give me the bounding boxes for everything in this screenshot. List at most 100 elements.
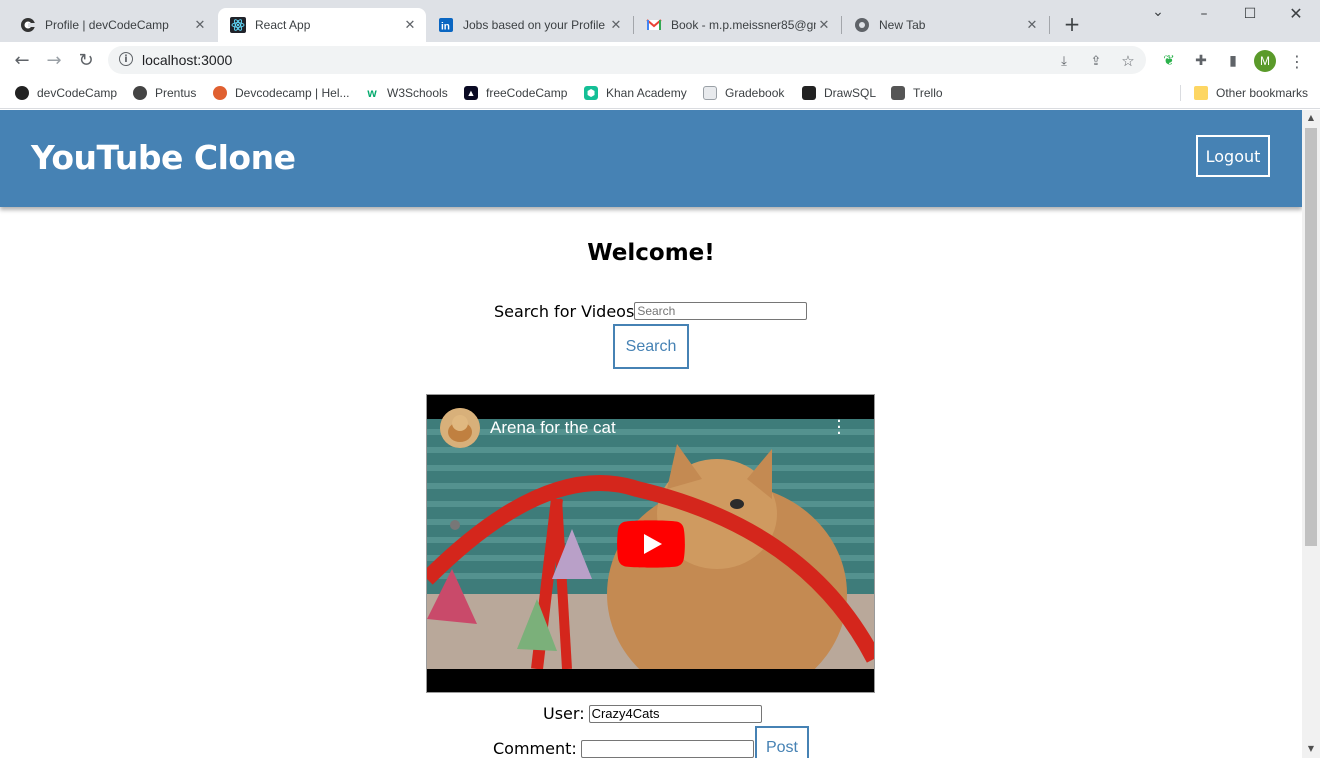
menu-kebab-icon[interactable]: ⋮ [1288,52,1306,71]
install-icon[interactable]: ⤓ [1056,53,1072,69]
tab-divider [633,16,634,34]
linkedin-icon: in [438,17,454,33]
w3schools-icon: w [367,86,377,100]
scroll-up-arrow-icon[interactable]: ▲ [1306,113,1316,122]
page-scrollbar[interactable]: ▲ ▼ [1302,110,1320,758]
app-title: YouTube Clone [31,138,296,177]
app-header: YouTube Clone Logout [0,110,1302,207]
drawsql-icon [802,86,816,100]
close-tab-icon[interactable]: ✕ [192,17,208,33]
browser-toolbar: ← → ↻ i localhost:3000 ⤓ ⇪ ☆ ❦ ✚ ▮ M ⋮ [0,42,1320,78]
gradebook-icon [703,86,717,100]
bookmark-item[interactable]: Prentus [133,84,196,102]
comment-input[interactable] [580,739,754,758]
search-input[interactable]: Search [634,302,808,320]
comment-label: Comment: [493,739,577,758]
tab-title: Jobs based on your Profile [463,18,606,32]
logout-button[interactable]: Logout [1196,135,1270,177]
chrome-icon [854,17,870,33]
svg-text:in: in [441,22,450,33]
bookmark-label: Devcodecamp | Hel... [235,86,350,100]
bookmark-label: Other bookmarks [1216,86,1309,100]
video-title[interactable]: Arena for the cat [490,418,616,438]
browser-tab[interactable]: New Tab ✕ [844,8,1048,42]
browser-tab-strip: Profile | devCodeCamp ✕ React App ✕ in J… [0,0,1320,42]
bookmark-item[interactable]: ⬢ Khan Academy [584,84,687,102]
devcodecamp-help-icon [213,86,227,100]
khan-academy-icon: ⬢ [584,86,598,100]
address-bar[interactable]: i localhost:3000 ⤓ ⇪ ☆ [108,46,1146,74]
devcodecamp-icon [15,86,29,100]
trello-icon [891,86,905,100]
bookmarks-bar: devCodeCamp Prentus Devcodecamp | Hel...… [0,78,1320,109]
bookmark-item[interactable]: DrawSQL [802,84,876,102]
bookmark-label: Prentus [155,86,197,100]
comment-field-row: Comment: [493,739,754,758]
react-icon [230,17,246,33]
bookmarks-divider [1180,85,1181,101]
tab-title: Profile | devCodeCamp [45,18,169,32]
side-panel-icon[interactable]: ▮ [1224,52,1242,70]
browser-tab-active[interactable]: React App ✕ [218,8,426,42]
devcodecamp-icon [20,17,36,33]
tab-title: Book - m.p.meissner85@gm [671,18,816,32]
maximize-icon[interactable]: ☐ [1240,6,1260,22]
url-text: localhost:3000 [142,52,233,68]
extensions-puzzle-icon[interactable]: ✚ [1192,52,1210,70]
new-tab-button[interactable]: + [1061,12,1083,36]
window-close-icon[interactable]: ✕ [1286,4,1306,23]
scroll-down-arrow-icon[interactable]: ▼ [1306,744,1316,753]
channel-avatar[interactable] [440,408,480,448]
bookmark-item[interactable]: Gradebook [703,84,784,102]
reload-icon[interactable]: ↻ [76,50,96,71]
bookmark-item[interactable]: w W3Schools [365,84,448,102]
video-menu-kebab-icon[interactable]: · · · [831,413,847,443]
search-label: Search for Videos [494,301,635,321]
tab-divider [1049,16,1050,34]
forward-arrow-icon[interactable]: → [44,50,64,71]
bookmark-label: Khan Academy [606,86,687,100]
user-input[interactable]: Crazy4Cats [588,704,762,723]
user-field-row: User: Crazy4Cats [543,704,762,723]
site-info-icon[interactable]: i [119,52,133,66]
share-icon[interactable]: ⇪ [1088,53,1104,69]
profile-avatar[interactable]: M [1254,50,1276,72]
browser-tab[interactable]: in Jobs based on your Profile ✕ [428,8,632,42]
bookmark-item[interactable]: devCodeCamp [15,84,117,102]
tab-title: React App [255,18,311,32]
prentus-icon [133,86,147,100]
bookmark-star-icon[interactable]: ☆ [1120,52,1136,70]
play-button-icon[interactable] [617,520,685,568]
post-button[interactable]: Post [755,726,809,758]
scrollbar-thumb[interactable] [1305,128,1317,546]
search-form: Search for Videos Search [494,300,808,322]
folder-icon [1194,86,1208,100]
browser-tab[interactable]: Book - m.p.meissner85@gm ✕ [636,8,840,42]
bookmark-item[interactable]: Trello [891,84,943,102]
bookmark-label: Trello [913,86,943,100]
minimize-icon[interactable]: – [1194,6,1214,22]
close-tab-icon[interactable]: ✕ [816,17,832,33]
freecodecamp-icon: ▲ [464,86,478,100]
tab-divider [841,16,842,34]
bookmark-label: devCodeCamp [37,86,118,100]
bookmark-label: Gradebook [725,86,785,100]
video-player[interactable]: Arena for the cat · · · [426,394,875,693]
gmail-icon [646,17,662,33]
bookmark-item[interactable]: ▲ freeCodeCamp [464,84,567,102]
bookmark-item[interactable]: Devcodecamp | Hel... [213,84,350,102]
tab-search-chevron-icon[interactable]: ⌄ [1148,4,1168,20]
bookmark-label: freeCodeCamp [486,86,568,100]
other-bookmarks-folder[interactable]: Other bookmarks [1194,84,1308,102]
user-label: User: [543,704,585,723]
close-tab-icon[interactable]: ✕ [608,17,624,33]
bookmark-label: W3Schools [387,86,448,100]
close-tab-icon[interactable]: ✕ [1024,17,1040,33]
bookmark-label: DrawSQL [824,86,877,100]
close-tab-icon[interactable]: ✕ [402,17,418,33]
back-arrow-icon[interactable]: ← [12,50,32,71]
extension-icon[interactable]: ❦ [1160,52,1178,70]
search-button[interactable]: Search [613,324,689,369]
browser-tab[interactable]: Profile | devCodeCamp ✕ [10,8,216,42]
page-viewport: YouTube Clone Logout Welcome! Search for… [0,110,1302,758]
